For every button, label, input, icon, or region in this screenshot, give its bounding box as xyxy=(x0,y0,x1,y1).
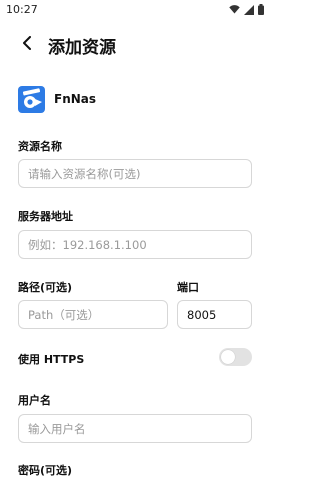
username-placeholder: 输入用户名 xyxy=(28,421,86,436)
provider-name: FnNas xyxy=(54,92,97,106)
https-label: 使用 HTTPS xyxy=(18,353,85,366)
back-arrow-icon xyxy=(23,36,31,50)
username-label: 用户名 xyxy=(18,394,51,407)
fnnas-logo-icon xyxy=(18,85,45,113)
resource-name-input[interactable]: 请输入资源名称(可选) xyxy=(18,159,252,188)
username-input[interactable]: 输入用户名 xyxy=(18,414,252,443)
path-placeholder: Path（可选） xyxy=(28,307,100,322)
server-address-label: 服务器地址 xyxy=(18,210,73,223)
app-bar: 添加资源 xyxy=(0,28,270,60)
port-label: 端口 xyxy=(177,281,199,294)
port-input[interactable]: 8005 xyxy=(177,300,252,329)
provider-row: FnNas xyxy=(18,85,96,113)
path-input[interactable]: Path（可选） xyxy=(18,300,168,329)
status-bar: 10:27 xyxy=(0,0,270,20)
toggle-knob xyxy=(221,350,235,364)
status-time: 10:27 xyxy=(6,3,38,16)
server-address-input[interactable]: 例如：192.168.1.100 xyxy=(18,230,252,259)
https-toggle[interactable] xyxy=(219,348,252,366)
wifi-icon xyxy=(229,5,240,14)
signal-icon xyxy=(244,4,254,15)
back-button[interactable] xyxy=(16,30,38,56)
password-label: 密码(可选) xyxy=(18,464,73,477)
server-address-placeholder: 例如：192.168.1.100 xyxy=(28,237,147,252)
status-icons xyxy=(229,4,264,15)
page-title: 添加资源 xyxy=(48,38,116,58)
port-value: 8005 xyxy=(187,307,217,322)
battery-icon xyxy=(258,4,264,15)
resource-name-label: 资源名称 xyxy=(18,140,62,153)
path-label: 路径(可选) xyxy=(18,281,73,294)
resource-name-placeholder: 请输入资源名称(可选) xyxy=(28,166,141,181)
